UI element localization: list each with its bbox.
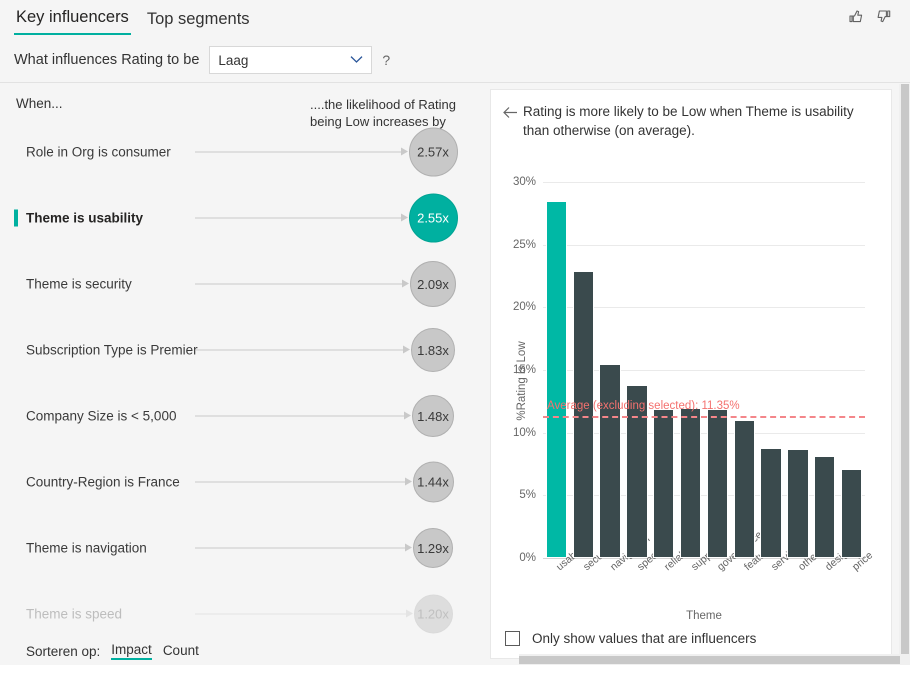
influence-value: 1.44x (417, 474, 449, 490)
influencer-label: Theme is security (26, 276, 132, 292)
influence-arrow (195, 213, 408, 223)
influencer-row[interactable]: Theme is navigation 1.29x (0, 515, 482, 581)
influence-arrow (195, 345, 410, 355)
influence-bubble[interactable]: 1.48x (412, 395, 454, 437)
thumbs-up-icon[interactable] (848, 8, 865, 25)
when-header: When... (16, 96, 63, 111)
influencer-label: Subscription Type is Premier (26, 342, 198, 358)
chart-bar[interactable] (572, 270, 594, 558)
influence-bubble[interactable]: 2.57x (408, 127, 458, 177)
only-influencers-checkbox[interactable]: Only show values that are influencers (505, 631, 756, 646)
influence-bubble[interactable]: 1.20x (413, 594, 453, 634)
influence-value: 1.48x (417, 408, 449, 424)
feedback-buttons (848, 8, 892, 25)
influencer-label: Theme is speed (26, 606, 123, 622)
influencer-label: Company Size is < 5,000 (26, 408, 177, 424)
thumbs-down-icon[interactable] (875, 8, 892, 25)
sort-bar: Sorteren op: Impact Count (0, 637, 482, 665)
influence-arrow (195, 477, 412, 487)
influence-arrow (195, 147, 408, 157)
x-axis-title: Theme (686, 610, 722, 622)
y-axis-tick: 25% (512, 238, 536, 251)
influence-value: 2.55x (417, 210, 449, 226)
horizontal-scrollbar[interactable] (519, 654, 910, 665)
influencer-label: Theme is navigation (26, 540, 147, 556)
influence-value: 2.57x (417, 144, 449, 160)
dropdown-value: Laag (218, 52, 249, 68)
chart-bar[interactable] (599, 363, 621, 558)
influencer-row[interactable]: Role in Org is consumer 2.57x (0, 119, 482, 185)
chart-bar[interactable] (814, 456, 836, 558)
gridline (543, 244, 865, 246)
influence-arrow (195, 411, 411, 421)
influence-arrow (195, 543, 412, 553)
y-axis-tick: 5% (519, 489, 536, 502)
influencer-row[interactable]: Theme is security 2.09x (0, 251, 482, 317)
influence-arrow (195, 609, 413, 619)
influencer-label: Role in Org is consumer (26, 144, 171, 160)
selection-indicator (14, 209, 18, 227)
detail-title: Rating is more likely to be Low when The… (523, 104, 854, 138)
influence-bar-chart: %Rating is Low Theme 0% 5% 10% 15% 20% 25% 30%… (491, 170, 893, 660)
checkbox-label: Only show values that are influencers (532, 631, 757, 646)
help-icon[interactable]: ? (382, 52, 390, 68)
question-row: What influences Rating to be Laag ? (14, 46, 390, 74)
influence-bubble[interactable]: 2.09x (410, 261, 456, 307)
influence-value: 1.29x (417, 540, 449, 556)
key-influencers-visual: Key influencers Top segments What influe… (0, 0, 910, 665)
gridline (543, 182, 865, 183)
y-axis-tick: 10% (512, 426, 536, 439)
influence-bubble[interactable]: 1.44x (412, 461, 454, 503)
influencer-row[interactable]: Country-Region is France 1.44x (0, 449, 482, 515)
y-axis-tick: 20% (512, 301, 536, 314)
target-value-dropdown[interactable]: Laag (209, 46, 373, 74)
influencer-label: Country-Region is France (26, 474, 180, 490)
influence-value: 1.20x (417, 606, 449, 622)
sort-option-count[interactable]: Count (163, 643, 199, 659)
influence-bubble[interactable]: 1.29x (413, 528, 453, 568)
chart-bar[interactable] (840, 469, 863, 558)
vertical-scrollbar[interactable] (899, 84, 910, 665)
chart-bar[interactable] (679, 407, 702, 558)
influence-value: 2.09x (417, 276, 449, 292)
influencer-row[interactable]: Subscription Type is Premier 1.83x (0, 317, 482, 383)
influencer-row[interactable]: Theme is usability 2.55x (0, 185, 482, 251)
chart-bar[interactable] (787, 448, 809, 558)
tab-bar: Key influencers Top segments (14, 6, 252, 35)
influence-bubble[interactable]: 2.55x (408, 193, 458, 243)
vertical-scrollbar-thumb[interactable] (901, 84, 909, 661)
y-axis-title: %Rating is Low (516, 341, 528, 421)
chart-bar[interactable] (653, 408, 675, 558)
sort-option-impact[interactable]: Impact (111, 642, 152, 660)
chevron-down-icon (350, 51, 363, 69)
average-reference-line (543, 415, 865, 418)
influence-arrow (195, 279, 409, 289)
chart-bar[interactable] (733, 420, 755, 558)
chart-bar[interactable] (545, 200, 568, 558)
question-label: What influences Rating to be (14, 52, 200, 68)
y-axis-tick: 0% (519, 552, 536, 564)
influencers-panel: When... ....the likelihood of Rating bei… (0, 83, 482, 665)
average-reference-label: Average (excluding selected): 11.35% (547, 399, 740, 412)
chart-bar[interactable] (760, 447, 782, 558)
influence-value: 1.83x (417, 342, 449, 358)
horizontal-scrollbar-thumb[interactable] (519, 656, 900, 664)
tab-top-segments[interactable]: Top segments (145, 8, 252, 35)
sort-label: Sorteren op: (26, 643, 101, 659)
chart-bar[interactable] (706, 408, 729, 558)
checkbox-box[interactable] (505, 631, 520, 646)
tab-key-influencers[interactable]: Key influencers (14, 6, 131, 35)
influence-bubble[interactable]: 1.83x (411, 328, 455, 372)
y-axis-tick: 30% (512, 176, 536, 188)
y-axis-tick: 15% (512, 364, 536, 376)
back-arrow-icon[interactable] (503, 106, 518, 124)
influencer-label: Theme is usability (26, 210, 144, 226)
detail-panel: Rating is more likely to be Low when The… (490, 89, 892, 659)
influencer-row[interactable]: Company Size is < 5,000 1.48x (0, 383, 482, 449)
